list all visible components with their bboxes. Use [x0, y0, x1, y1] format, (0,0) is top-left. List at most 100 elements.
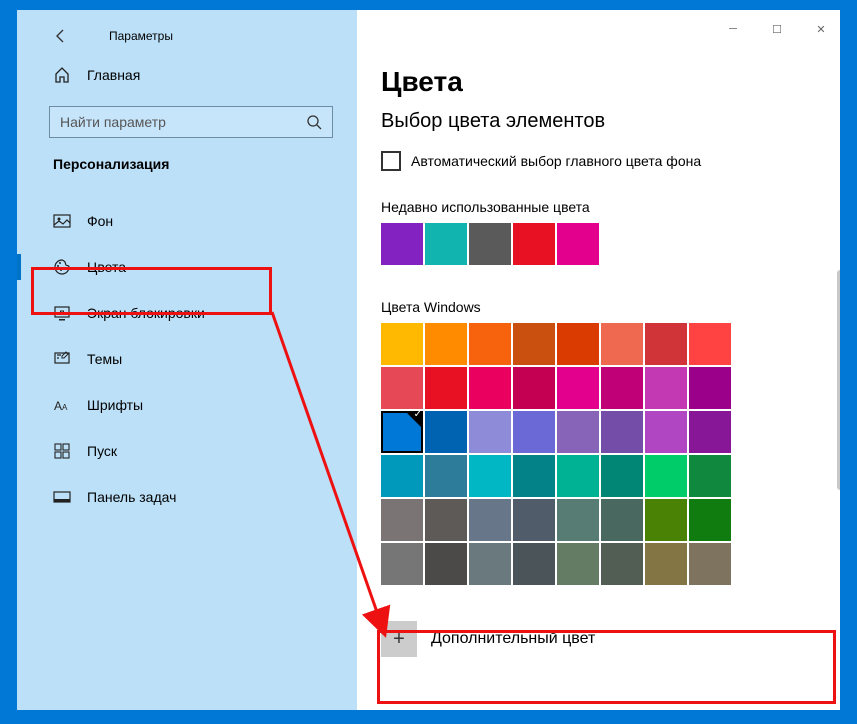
- app-title: Параметры: [109, 29, 173, 43]
- windows-color-swatch[interactable]: [425, 411, 467, 453]
- recent-colors-row: [381, 223, 816, 265]
- windows-color-swatch[interactable]: [425, 323, 467, 365]
- windows-color-swatch[interactable]: [645, 455, 687, 497]
- sidebar-item-label: Цвета: [87, 259, 126, 275]
- settings-window: Параметры Главная Персонализация Фон: [17, 10, 840, 710]
- scrollbar[interactable]: [837, 270, 840, 490]
- recent-color-swatch[interactable]: [425, 223, 467, 265]
- windows-color-swatch[interactable]: [601, 499, 643, 541]
- recent-colors-label: Недавно использованные цвета: [381, 199, 816, 215]
- windows-color-swatch[interactable]: [601, 543, 643, 585]
- sidebar-item-label: Шрифты: [87, 397, 143, 413]
- windows-color-swatch[interactable]: [469, 411, 511, 453]
- checkbox-icon: [381, 151, 401, 171]
- recent-color-swatch[interactable]: [513, 223, 555, 265]
- windows-color-swatch[interactable]: [425, 455, 467, 497]
- windows-color-swatch[interactable]: [645, 323, 687, 365]
- content-area: ─ ☐ ✕ Цвета Выбор цвета элементов Автома…: [357, 10, 840, 710]
- maximize-button[interactable]: ☐: [770, 22, 784, 36]
- windows-color-swatch[interactable]: [513, 411, 555, 453]
- windows-color-swatch[interactable]: [425, 499, 467, 541]
- back-button[interactable]: [53, 28, 69, 44]
- sidebar-home-label: Главная: [87, 67, 140, 83]
- windows-color-swatch[interactable]: [513, 323, 555, 365]
- windows-color-swatch[interactable]: [645, 543, 687, 585]
- home-icon: [53, 66, 71, 84]
- windows-color-swatch[interactable]: [425, 543, 467, 585]
- windows-color-swatch[interactable]: [381, 411, 423, 453]
- windows-color-swatch[interactable]: [689, 455, 731, 497]
- windows-color-swatch[interactable]: [513, 543, 555, 585]
- windows-color-swatch[interactable]: [645, 411, 687, 453]
- sidebar-item-taskbar[interactable]: Панель задач: [17, 474, 357, 520]
- sidebar-item-themes[interactable]: Темы: [17, 336, 357, 382]
- svg-text:A: A: [62, 403, 68, 412]
- windows-color-swatch[interactable]: [513, 499, 555, 541]
- lockscreen-icon: [53, 304, 71, 322]
- page-subtitle: Выбор цвета элементов: [381, 110, 816, 133]
- sidebar-item-start[interactable]: Пуск: [17, 428, 357, 474]
- windows-color-swatch[interactable]: [381, 499, 423, 541]
- sidebar-item-background[interactable]: Фон: [17, 198, 357, 244]
- palette-icon: [53, 258, 71, 276]
- windows-color-swatch[interactable]: [601, 455, 643, 497]
- windows-color-swatch[interactable]: [557, 543, 599, 585]
- sidebar-item-fonts[interactable]: AA Шрифты: [17, 382, 357, 428]
- search-box[interactable]: [49, 106, 333, 138]
- windows-color-swatch[interactable]: [469, 323, 511, 365]
- windows-color-swatch[interactable]: [689, 411, 731, 453]
- windows-color-swatch[interactable]: [689, 367, 731, 409]
- windows-color-swatch[interactable]: [557, 411, 599, 453]
- windows-color-swatch[interactable]: [381, 323, 423, 365]
- recent-color-swatch[interactable]: [557, 223, 599, 265]
- windows-color-swatch[interactable]: [513, 367, 555, 409]
- windows-color-swatch[interactable]: [469, 543, 511, 585]
- plus-icon: +: [381, 621, 417, 657]
- search-input[interactable]: [60, 114, 306, 130]
- windows-color-swatch[interactable]: [557, 323, 599, 365]
- sidebar-item-label: Фон: [87, 213, 113, 229]
- windows-color-swatch[interactable]: [469, 499, 511, 541]
- start-icon: [53, 442, 71, 460]
- recent-color-swatch[interactable]: [381, 223, 423, 265]
- picture-icon: [53, 212, 71, 230]
- windows-color-swatch[interactable]: [689, 499, 731, 541]
- minimize-button[interactable]: ─: [726, 22, 740, 36]
- sidebar-item-lockscreen[interactable]: Экран блокировки: [17, 290, 357, 336]
- sidebar-item-label: Панель задач: [87, 489, 176, 505]
- sidebar-item-label: Темы: [87, 351, 122, 367]
- close-button[interactable]: ✕: [814, 22, 828, 36]
- custom-color-button[interactable]: + Дополнительный цвет: [381, 611, 816, 667]
- sidebar-item-label: Экран блокировки: [87, 305, 205, 321]
- windows-color-swatch[interactable]: [381, 543, 423, 585]
- windows-color-swatch[interactable]: [557, 367, 599, 409]
- windows-color-swatch[interactable]: [469, 367, 511, 409]
- windows-color-swatch[interactable]: [557, 455, 599, 497]
- windows-color-swatch[interactable]: [425, 367, 467, 409]
- sidebar-home[interactable]: Главная: [17, 56, 357, 94]
- fonts-icon: AA: [53, 396, 71, 414]
- nav-list: Фон Цвета Экран блокировки Темы: [17, 198, 357, 520]
- category-header: Персонализация: [17, 156, 357, 188]
- windows-color-swatch[interactable]: [513, 455, 555, 497]
- windows-color-swatch[interactable]: [689, 323, 731, 365]
- windows-colors-label: Цвета Windows: [381, 299, 816, 315]
- windows-color-swatch[interactable]: [601, 323, 643, 365]
- windows-color-swatch[interactable]: [601, 367, 643, 409]
- taskbar-icon: [53, 488, 71, 506]
- page-title: Цвета: [381, 66, 816, 98]
- windows-color-swatch[interactable]: [689, 543, 731, 585]
- sidebar-item-colors[interactable]: Цвета: [17, 244, 357, 290]
- windows-color-swatch[interactable]: [645, 499, 687, 541]
- windows-color-swatch[interactable]: [469, 455, 511, 497]
- auto-color-checkbox[interactable]: Автоматический выбор главного цвета фона: [381, 151, 816, 171]
- windows-color-swatch[interactable]: [557, 499, 599, 541]
- recent-color-swatch[interactable]: [469, 223, 511, 265]
- windows-color-swatch[interactable]: [645, 367, 687, 409]
- custom-color-label: Дополнительный цвет: [431, 630, 595, 648]
- windows-color-swatch[interactable]: [601, 411, 643, 453]
- themes-icon: [53, 350, 71, 368]
- windows-color-swatch[interactable]: [381, 455, 423, 497]
- windows-color-swatch[interactable]: [381, 367, 423, 409]
- svg-text:A: A: [54, 399, 62, 413]
